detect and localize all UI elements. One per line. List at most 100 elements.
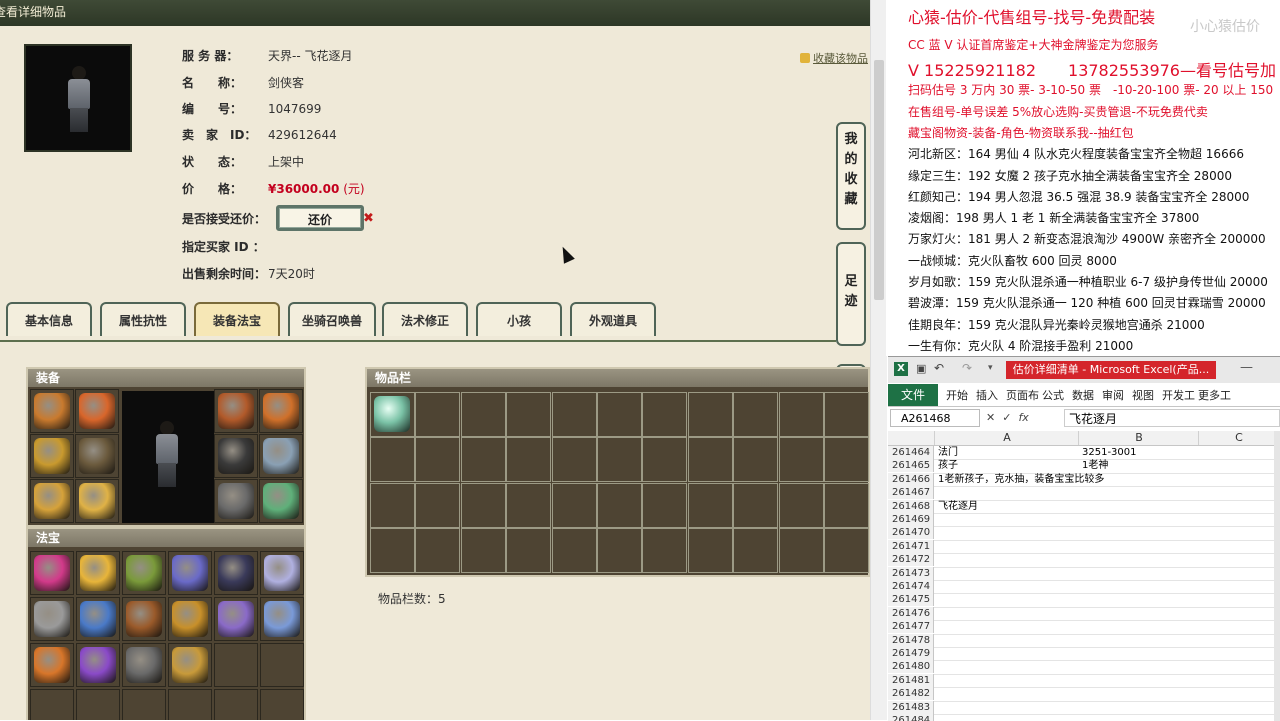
row-number[interactable]: 261477 (888, 620, 934, 634)
equipment-slot[interactable] (259, 479, 303, 523)
equipment-slot[interactable] (30, 479, 74, 523)
equipment-slot[interactable] (75, 479, 119, 523)
excel-menu-tab[interactable]: 开发工 (1162, 387, 1195, 403)
cancel-icon[interactable]: ✕ (986, 411, 995, 424)
excel-vertical-scrollbar[interactable] (1274, 431, 1280, 721)
inventory-slot[interactable] (506, 437, 552, 483)
treasure-slot[interactable] (214, 689, 258, 720)
row-number[interactable]: 261468 (888, 499, 934, 513)
scrollbar-thumb[interactable] (874, 60, 884, 300)
inventory-slot[interactable] (415, 437, 461, 483)
row-number[interactable]: 261479 (888, 647, 934, 660)
equipment-slot[interactable] (75, 434, 119, 478)
treasure-slot[interactable] (76, 597, 120, 641)
inventory-slot[interactable] (597, 437, 642, 483)
excel-menu-tab[interactable]: 数据 (1072, 387, 1094, 403)
favorite-link[interactable]: 收藏该物品 (800, 50, 868, 66)
undo-icon[interactable]: ↶ (934, 361, 944, 375)
tab-spell-correction[interactable]: 法术修正 (382, 302, 468, 336)
equipment-slot[interactable] (75, 389, 119, 433)
window-scrollbar[interactable] (870, 0, 887, 720)
treasure-slot[interactable] (122, 689, 166, 720)
excel-menu-tab[interactable]: 开始 (946, 387, 968, 403)
inventory-slot[interactable] (415, 392, 461, 437)
excel-menu-tab[interactable]: 视图 (1132, 387, 1154, 403)
row-number[interactable]: 261475 (888, 593, 934, 607)
inventory-slot[interactable] (551, 482, 597, 528)
treasure-slot[interactable] (122, 643, 166, 687)
name-box[interactable]: A261468 (890, 409, 980, 427)
cell-a[interactable]: 孩子 (938, 459, 958, 472)
inventory-slot[interactable] (370, 528, 415, 574)
treasure-slot[interactable] (76, 551, 120, 595)
inventory-slot[interactable] (642, 482, 688, 528)
excel-menu-tab[interactable]: 更多工 (1198, 387, 1231, 403)
equipment-slot[interactable] (30, 434, 74, 478)
inventory-slot[interactable] (778, 392, 824, 437)
cell-a[interactable]: 法门 (938, 446, 958, 459)
treasure-slot[interactable] (168, 643, 212, 687)
column-header-a[interactable]: A (934, 431, 1079, 445)
row-number[interactable]: 261481 (888, 673, 934, 687)
treasure-slot[interactable] (168, 551, 212, 595)
treasure-slot[interactable] (122, 597, 166, 641)
side-tab-my-favorites[interactable]: 我的收藏 (836, 122, 866, 230)
tab-appearance[interactable]: 外观道具 (570, 302, 656, 336)
inventory-slot[interactable] (642, 528, 688, 574)
excel-file-tab[interactable]: 文件 (888, 384, 938, 406)
inventory-slot[interactable] (460, 482, 506, 528)
inventory-slot[interactable] (597, 392, 642, 437)
inventory-slot[interactable] (642, 392, 688, 437)
minimize-icon[interactable]: — (1240, 360, 1253, 375)
excel-menu-tab[interactable]: 公式 (1042, 387, 1064, 403)
treasure-slot[interactable] (260, 551, 304, 595)
equipment-slot[interactable] (259, 389, 303, 433)
inventory-slot[interactable] (824, 528, 869, 574)
inventory-slot[interactable] (460, 437, 506, 483)
inventory-slot[interactable] (597, 528, 642, 574)
inventory-slot[interactable] (415, 482, 461, 528)
inventory-slot[interactable] (551, 528, 597, 574)
inventory-slot[interactable] (778, 482, 824, 528)
row-number[interactable]: 261482 (888, 687, 934, 701)
equipment-slot[interactable] (214, 389, 258, 433)
inventory-slot[interactable] (460, 528, 506, 574)
treasure-slot[interactable] (76, 643, 120, 687)
inventory-slot[interactable] (506, 482, 552, 528)
inventory-slot[interactable] (687, 392, 733, 437)
inventory-slot[interactable] (824, 392, 869, 437)
treasure-slot[interactable] (260, 643, 304, 687)
row-number[interactable]: 261464 (888, 446, 934, 459)
cell-a[interactable]: 1老新孩子，克水抽，装备宝宝比较多 (938, 473, 1104, 486)
treasure-slot[interactable] (214, 643, 258, 687)
equipment-slot[interactable] (30, 389, 74, 433)
inventory-slot[interactable] (733, 482, 779, 528)
row-number[interactable]: 261469 (888, 513, 934, 526)
row-number[interactable]: 261471 (888, 539, 934, 553)
inventory-slot[interactable] (824, 482, 869, 528)
treasure-slot[interactable] (214, 597, 258, 641)
inventory-slot[interactable] (687, 482, 733, 528)
inventory-slot[interactable] (551, 392, 597, 437)
inventory-slot[interactable] (733, 528, 779, 574)
row-number[interactable]: 261472 (888, 553, 934, 567)
treasure-slot[interactable] (30, 643, 74, 687)
treasure-slot[interactable] (168, 597, 212, 641)
inventory-slot[interactable] (733, 392, 779, 437)
cell-b[interactable]: 3251-3001 (1082, 446, 1137, 459)
excel-menu-tab[interactable]: 页面布 (1006, 387, 1039, 403)
treasure-slot[interactable] (76, 689, 120, 720)
redo-icon[interactable]: ↷ (962, 361, 972, 375)
function-icon[interactable]: fx (1018, 411, 1028, 424)
inventory-slot[interactable] (415, 528, 461, 574)
side-tab-footprint[interactable]: 足迹 (836, 242, 866, 346)
quick-access-menu-icon[interactable]: ▾ (988, 363, 993, 373)
inventory-slot[interactable] (506, 392, 552, 437)
inventory-slot[interactable] (733, 437, 779, 483)
inventory-slot[interactable] (824, 437, 869, 483)
treasure-slot[interactable] (260, 597, 304, 641)
inventory-slot[interactable] (460, 392, 506, 437)
equipment-slot[interactable] (214, 434, 258, 478)
row-number[interactable]: 261473 (888, 566, 934, 580)
treasure-slot[interactable] (122, 551, 166, 595)
